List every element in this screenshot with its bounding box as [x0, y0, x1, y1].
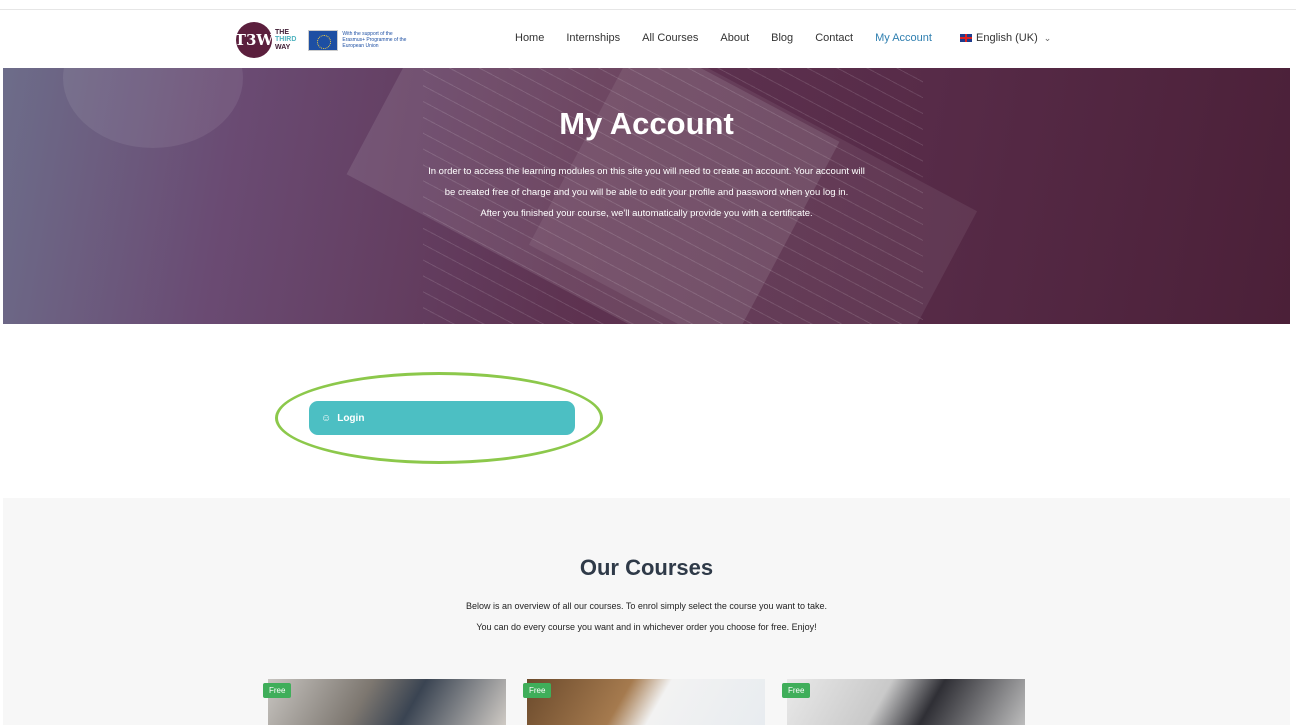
hero-description: In order to access the learning modules … — [428, 166, 865, 219]
course-card-image[interactable] — [787, 679, 1025, 725]
nav-my-account[interactable]: My Account — [875, 32, 932, 44]
eu-support-text: With the support of the Erasmus+ Program… — [342, 31, 407, 49]
user-icon: ☺ — [321, 412, 332, 424]
course-card-image[interactable] — [527, 679, 765, 725]
page-title: My Account — [559, 106, 734, 141]
nav-about[interactable]: About — [720, 32, 749, 44]
logo-badge: T3W — [235, 22, 273, 58]
free-badge: Free — [782, 683, 811, 698]
main-nav: Home Internships All Courses About Blog … — [515, 32, 954, 44]
free-badge: Free — [523, 683, 552, 698]
uk-flag-icon — [960, 34, 972, 42]
chevron-down-icon: ⌄ — [1043, 32, 1052, 43]
site-header: T3W THE THIRD WAY With the support of th… — [0, 9, 1296, 68]
eu-flag-icon — [308, 29, 339, 51]
hero-banner: My Account In order to access the learni… — [3, 68, 1290, 324]
login-button[interactable]: ☺ Login — [309, 401, 575, 435]
courses-title: Our Courses — [579, 555, 714, 580]
nav-all-courses[interactable]: All Courses — [642, 32, 698, 44]
nav-blog[interactable]: Blog — [771, 32, 793, 44]
site-logo[interactable]: T3W THE THIRD WAY With the support of th… — [235, 22, 412, 58]
login-area: ☺ Login — [275, 372, 603, 464]
language-selector[interactable]: English (UK) ⌄ — [960, 32, 1051, 44]
nav-internships[interactable]: Internships — [566, 32, 620, 44]
courses-description: Below is an overview of all our courses.… — [465, 601, 827, 632]
language-label: English (UK) — [976, 32, 1038, 44]
nav-home[interactable]: Home — [515, 32, 544, 44]
courses-section: Our Courses Below is an overview of all … — [3, 498, 1290, 725]
nav-contact[interactable]: Contact — [815, 32, 853, 44]
free-badge: Free — [263, 683, 292, 698]
course-card-image[interactable] — [268, 679, 506, 725]
logo-name: THE THIRD WAY — [275, 28, 297, 51]
login-label: Login — [337, 412, 365, 424]
